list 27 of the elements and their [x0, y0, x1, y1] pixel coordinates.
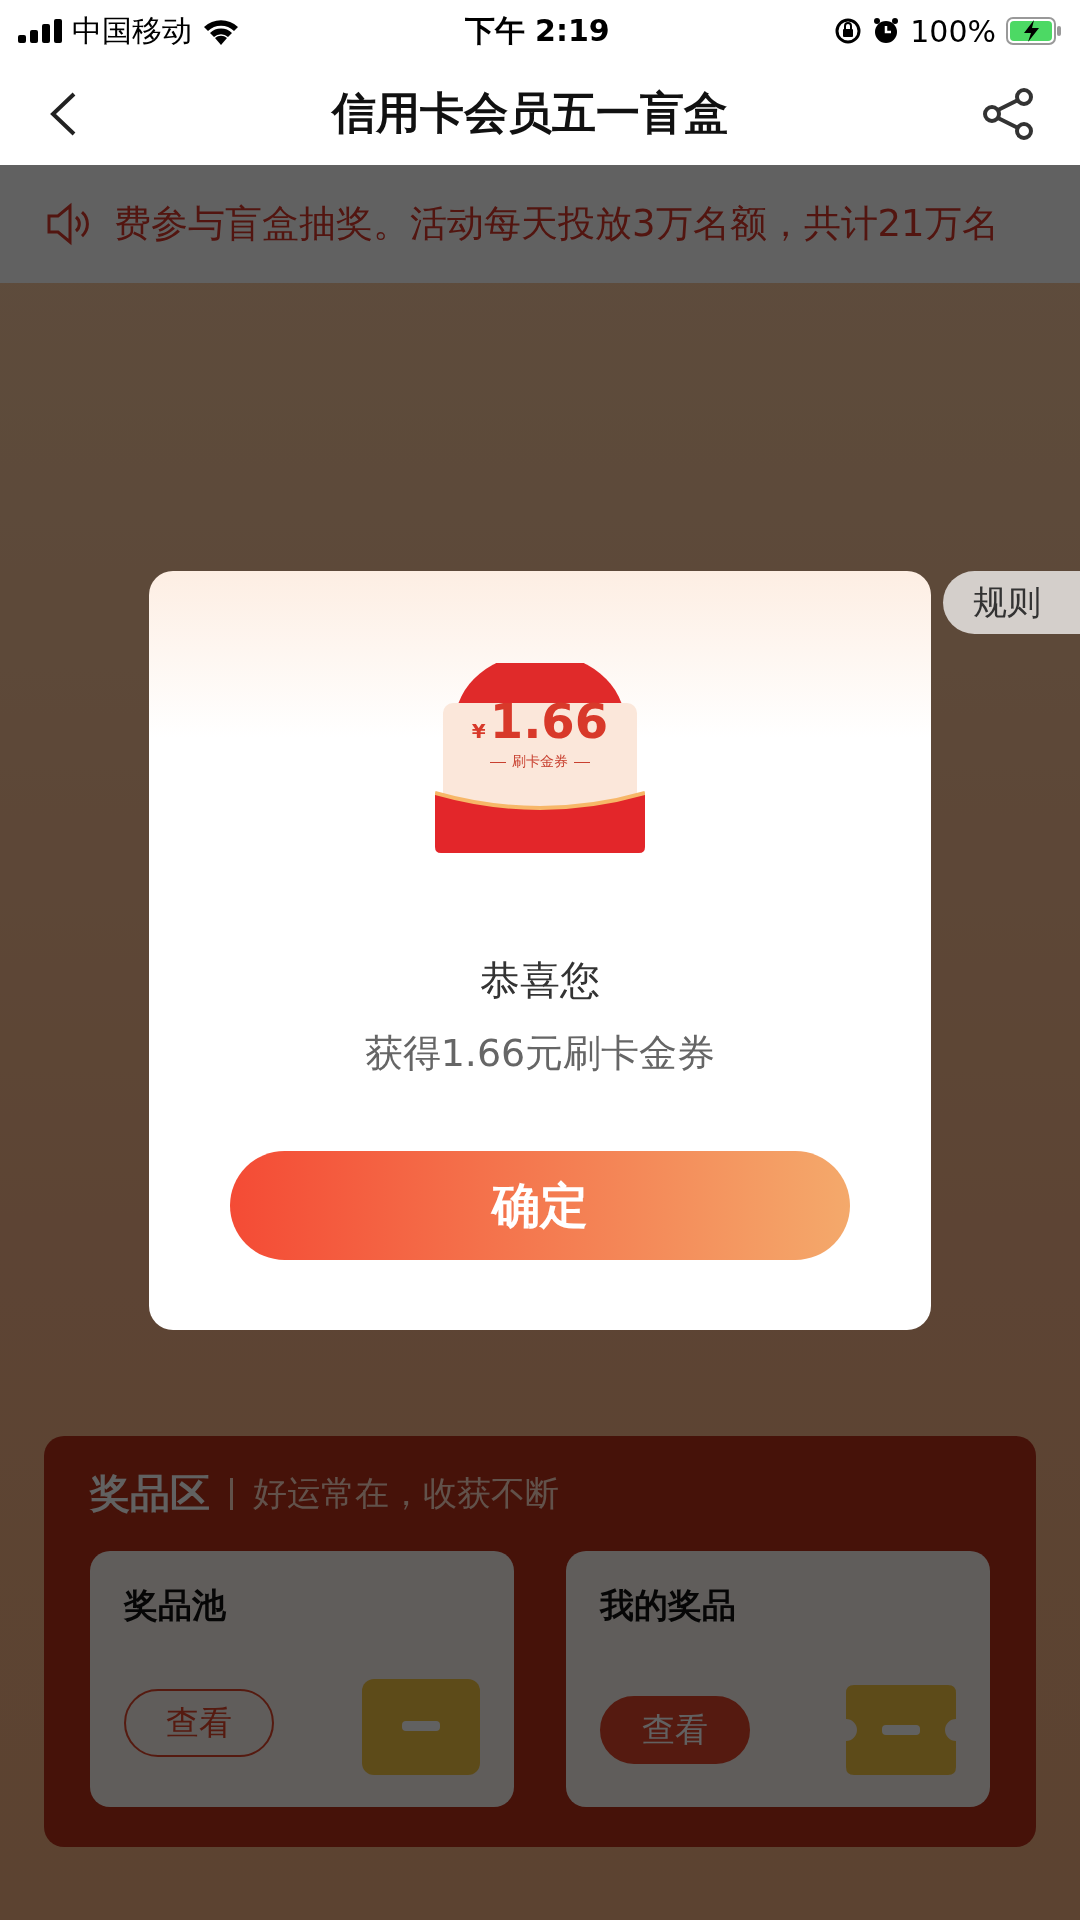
clock-time: 下午 2:19 — [464, 11, 610, 50]
back-button[interactable] — [48, 90, 78, 137]
battery-icon — [1006, 17, 1062, 45]
dialog-message: 获得1.66元刷卡金券 — [364, 1030, 716, 1077]
view-button[interactable]: 查看 — [124, 1689, 274, 1757]
alarm-icon — [872, 17, 901, 45]
coupon-label: 刷卡金券 — [490, 753, 590, 771]
coupon-amount: 1.66 — [489, 693, 609, 749]
carrier-name: 中国移动 — [72, 11, 192, 50]
card-title: 我的奖品 — [600, 1584, 737, 1627]
view-button[interactable]: 查看 — [600, 1696, 750, 1764]
notice-text: 费参与盲盒抽奖。活动每天投放3万名额，共计21万名 — [114, 201, 999, 247]
section-subtitle: 好运常在，收获不断 — [253, 1471, 559, 1515]
page-title: 信用卡会员五一盲盒 — [332, 86, 728, 140]
rules-tab[interactable]: 规则 — [943, 571, 1080, 634]
currency-sign: ¥ — [471, 719, 486, 743]
section-title: 奖品区 — [90, 1469, 210, 1518]
confirm-button[interactable]: 确定 — [230, 1151, 850, 1260]
signal-icon — [18, 19, 62, 43]
battery-percent: 100% — [910, 13, 996, 49]
share-button[interactable] — [982, 86, 1036, 141]
ticket-icon — [846, 1685, 956, 1775]
dialog-title: 恭喜您 — [480, 956, 600, 1005]
rotation-lock-icon — [834, 17, 863, 45]
wifi-icon — [202, 17, 240, 45]
card-title: 奖品池 — [124, 1584, 227, 1627]
speaker-icon — [46, 202, 92, 246]
